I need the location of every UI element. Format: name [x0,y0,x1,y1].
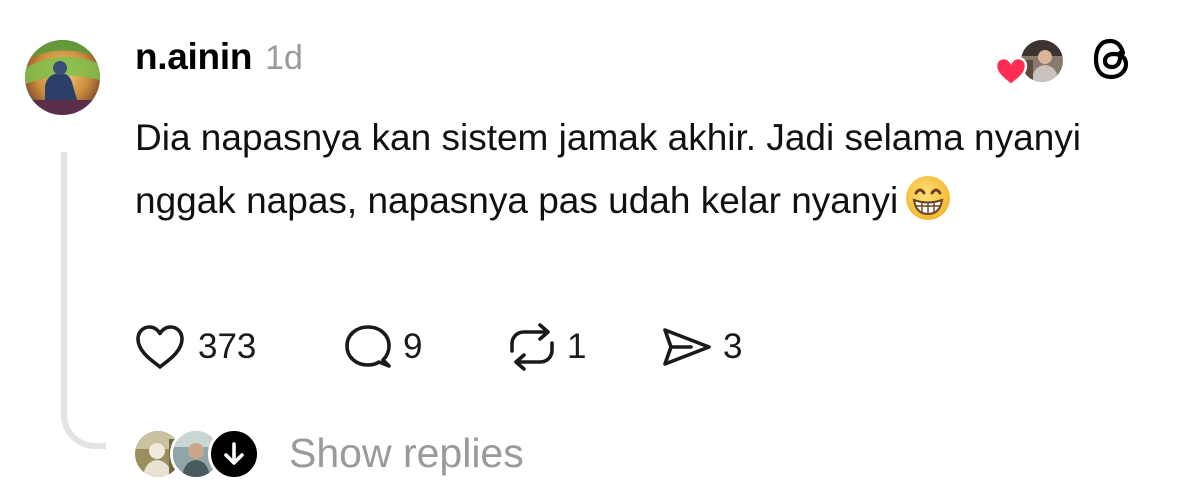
share-count: 3 [723,327,743,366]
show-replies-link[interactable]: Show replies [289,430,524,477]
post-timestamp: 1d [265,39,303,77]
reply-count: 9 [403,327,423,366]
repost-button[interactable]: 1 [503,320,586,374]
author-avatar[interactable] [25,40,100,115]
like-button[interactable]: 373 [132,320,256,374]
arrow-down-icon[interactable] [208,428,260,480]
like-count: 373 [198,327,257,366]
post-body: Dia napasnya kan sistem jamak akhir. Jad… [135,106,1155,232]
author-liked-heart-icon [994,56,1028,87]
post-header: n.ainin 1d [135,36,303,78]
repost-icon [503,320,561,374]
heart-icon [132,320,188,374]
thread-connector-line [61,152,106,449]
comment-icon [337,320,397,374]
share-button[interactable]: 3 [657,320,742,374]
repost-count: 1 [567,327,587,366]
threads-logo-icon[interactable] [1090,35,1134,83]
show-replies-row[interactable]: Show replies [132,426,572,482]
send-icon [657,320,717,374]
grinning-face-emoji-icon [904,174,952,222]
author-username[interactable]: n.ainin [135,36,252,78]
reply-button[interactable]: 9 [337,320,422,374]
